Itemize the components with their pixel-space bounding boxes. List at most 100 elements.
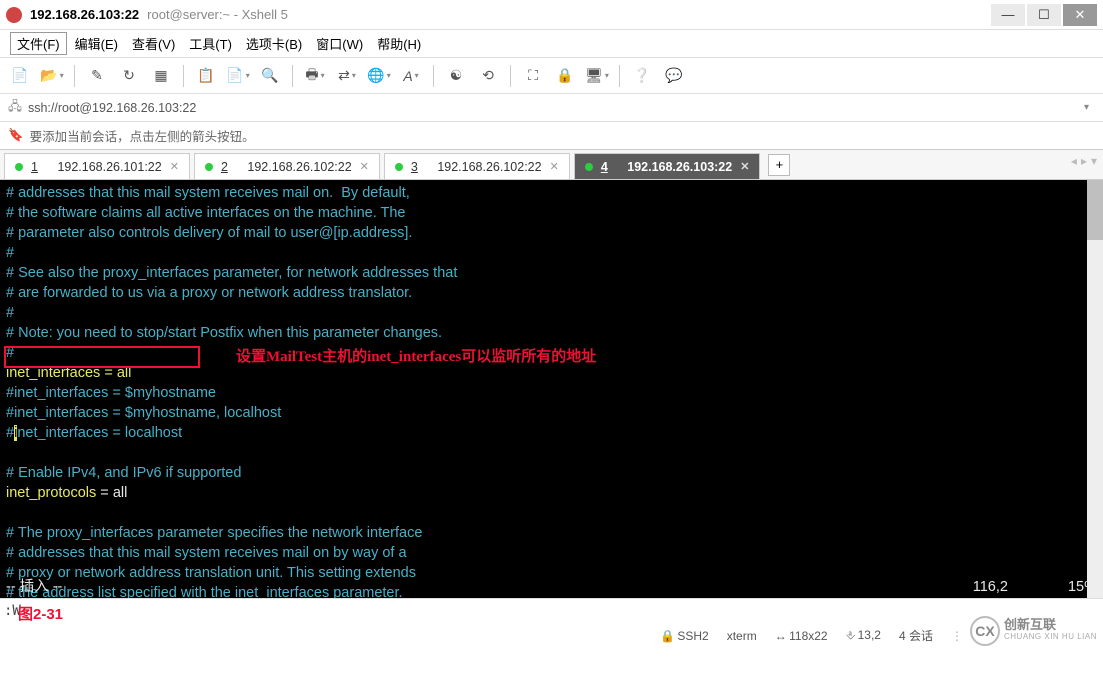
terminal-line: # parameter also controls delivery of ma…: [6, 225, 412, 241]
terminal[interactable]: # addresses that this mail system receiv…: [0, 180, 1103, 598]
titlebar: 192.168.26.103:22 root@server:~ - Xshell…: [0, 0, 1103, 30]
separator: [292, 65, 293, 87]
status-term: xterm: [727, 629, 757, 643]
font-icon[interactable]: A: [401, 66, 421, 86]
hosts-icon[interactable]: 🖥: [587, 66, 607, 86]
minimize-button[interactable]: —: [991, 4, 1025, 26]
hint-bar: 🔖 要添加当前会话，点击左侧的箭头按钮。: [0, 122, 1103, 150]
menu-file[interactable]: 文件(F): [10, 32, 67, 55]
separator: [433, 65, 434, 87]
separator: [183, 65, 184, 87]
toolbar: 📄 📂 ✎ ↻ ▦ 📋 📄 🔍 🖶 ⇄ 🌐 A ☯ ⟲ ⛶ 🔒 🖥 ❔ 💬: [0, 58, 1103, 94]
terminal-line: # The proxy_interfaces parameter specifi…: [6, 525, 422, 541]
menubar: 文件(F) 编辑(E) 查看(V) 工具(T) 选项卡(B) 窗口(W) 帮助(…: [0, 30, 1103, 58]
paste-icon[interactable]: 📄: [228, 66, 248, 86]
search-icon[interactable]: 🔍: [260, 66, 280, 86]
close-button[interactable]: ✕: [1063, 4, 1097, 26]
sync-icon[interactable]: ☯: [446, 66, 466, 86]
menu-window[interactable]: 窗口(W): [310, 32, 369, 55]
properties-icon[interactable]: ▦: [151, 66, 171, 86]
terminal-line: #inet_interfaces = localhost: [6, 425, 182, 441]
terminal-line: inet_protocols = all: [6, 485, 127, 501]
terminal-line: #inet_interfaces = $myhostname, localhos…: [6, 405, 281, 421]
logo-mark-icon: CX: [970, 616, 1000, 646]
scrollbar-thumb[interactable]: [1087, 180, 1103, 240]
hint-text: 要添加当前会话，点击左侧的箭头按钮。: [30, 126, 255, 145]
vim-status-line: -- 插入 -- 116,2 15%: [0, 578, 1103, 598]
session-tab-1[interactable]: 1 192.168.26.101:22 ✕: [4, 153, 190, 179]
menu-tools[interactable]: 工具(T): [183, 32, 238, 55]
status-lock-icon: 🔒 SSH2: [660, 629, 709, 643]
refresh-icon[interactable]: ⟲: [478, 66, 498, 86]
watermark-logo: CX 创新互联 CHUANG XIN HU LIAN: [970, 616, 1097, 646]
add-tab-button[interactable]: +: [768, 154, 790, 176]
fullscreen-icon[interactable]: ⛶: [523, 66, 543, 86]
terminal-line: # Enable IPv4, and IPv6 if supported: [6, 465, 241, 481]
status-sessions: 4 会话: [899, 627, 933, 644]
window-controls: — ☐ ✕: [991, 4, 1097, 26]
status-stats: 🔒 SSH2 xterm ↔ 118x22 ⎀ 13,2 4 会话 ⋮: [660, 627, 963, 644]
tab-prev-icon[interactable]: ◂: [1071, 154, 1077, 168]
terminal-line: #: [6, 305, 14, 321]
edit-icon[interactable]: ✎: [87, 66, 107, 86]
language-icon[interactable]: 🌐: [369, 66, 389, 86]
close-tab-icon[interactable]: ✕: [170, 160, 179, 173]
menu-view[interactable]: 查看(V): [126, 32, 181, 55]
session-tab-3[interactable]: 3 192.168.26.102:22 ✕: [384, 153, 570, 179]
session-tab-2[interactable]: 2 192.168.26.102:22 ✕: [194, 153, 380, 179]
address-text[interactable]: ssh://root@192.168.26.103:22: [28, 101, 196, 115]
title-current-host: 192.168.26.103:22: [30, 7, 139, 22]
status-dot-icon: [585, 163, 593, 171]
close-tab-icon[interactable]: ✕: [550, 160, 559, 173]
status-dot-icon: [205, 163, 213, 171]
terminal-line: # the software claims all active interfa…: [6, 205, 406, 221]
ssh-protocol-icon: 🖧: [8, 97, 22, 118]
bookmark-icon[interactable]: 🔖: [8, 128, 24, 143]
logo-text-cn: 创新互联: [1004, 619, 1097, 631]
open-icon[interactable]: 📂: [42, 66, 62, 86]
status-dot-icon: [15, 163, 23, 171]
new-session-icon[interactable]: 📄: [10, 66, 30, 86]
maximize-button[interactable]: ☐: [1027, 4, 1061, 26]
terminal-line: # addresses that this mail system receiv…: [6, 545, 407, 561]
print-icon[interactable]: 🖶: [305, 66, 325, 86]
tab-next-icon[interactable]: ▸: [1081, 154, 1087, 168]
status-dot-icon: [395, 163, 403, 171]
scrollbar-track[interactable]: [1087, 180, 1103, 598]
terminal-line: #: [6, 245, 14, 261]
status-size: ↔ 118x22: [775, 629, 828, 643]
terminal-line: # See also the proxy_interfaces paramete…: [6, 265, 457, 281]
lock-icon[interactable]: 🔒: [555, 66, 575, 86]
reconnect-icon[interactable]: ↻: [119, 66, 139, 86]
help-icon[interactable]: ❔: [632, 66, 652, 86]
copy-icon[interactable]: 📋: [196, 66, 216, 86]
highlight-box: [4, 346, 200, 368]
logo-text-en: CHUANG XIN HU LIAN: [1004, 631, 1097, 643]
status-more-icon[interactable]: ⋮: [951, 629, 963, 643]
app-icon: [6, 7, 22, 23]
vim-mode: -- 插入 --: [6, 578, 62, 598]
terminal-line: # are forwarded to us via a proxy or net…: [6, 285, 412, 301]
menu-help[interactable]: 帮助(H): [371, 32, 427, 55]
terminal-line: #inet_interfaces = $myhostname: [6, 385, 216, 401]
close-tab-icon[interactable]: ✕: [360, 160, 369, 173]
figure-label: 图2-31: [18, 603, 63, 624]
separator: [74, 65, 75, 87]
close-tab-icon[interactable]: ✕: [740, 160, 749, 173]
status-cursor: ⎀ 13,2: [846, 628, 881, 643]
separator: [510, 65, 511, 87]
chat-icon[interactable]: 💬: [664, 66, 684, 86]
session-tabbar: 1 192.168.26.101:22 ✕ 2 192.168.26.102:2…: [0, 150, 1103, 180]
annotation-text: 设置MailTest主机的inet_interfaces可以监听所有的地址: [236, 348, 596, 367]
terminal-line: # Note: you need to stop/start Postfix w…: [6, 325, 442, 341]
tab-nav-arrows: ◂ ▸ ▾: [1071, 154, 1097, 168]
session-tab-4[interactable]: 4 192.168.26.103:22 ✕: [574, 153, 761, 179]
address-bar: 🖧 ssh://root@192.168.26.103:22 ▾: [0, 94, 1103, 122]
menu-tabs[interactable]: 选项卡(B): [240, 32, 308, 55]
vim-position: 116,2: [973, 578, 1008, 598]
footer: :W 图2-31 🔒 SSH2 xterm ↔ 118x22 ⎀ 13,2 4 …: [0, 598, 1103, 648]
transfer-icon[interactable]: ⇄: [337, 66, 357, 86]
address-dropdown-icon[interactable]: ▾: [1078, 102, 1095, 113]
tab-menu-icon[interactable]: ▾: [1091, 154, 1097, 168]
menu-edit[interactable]: 编辑(E): [69, 32, 124, 55]
